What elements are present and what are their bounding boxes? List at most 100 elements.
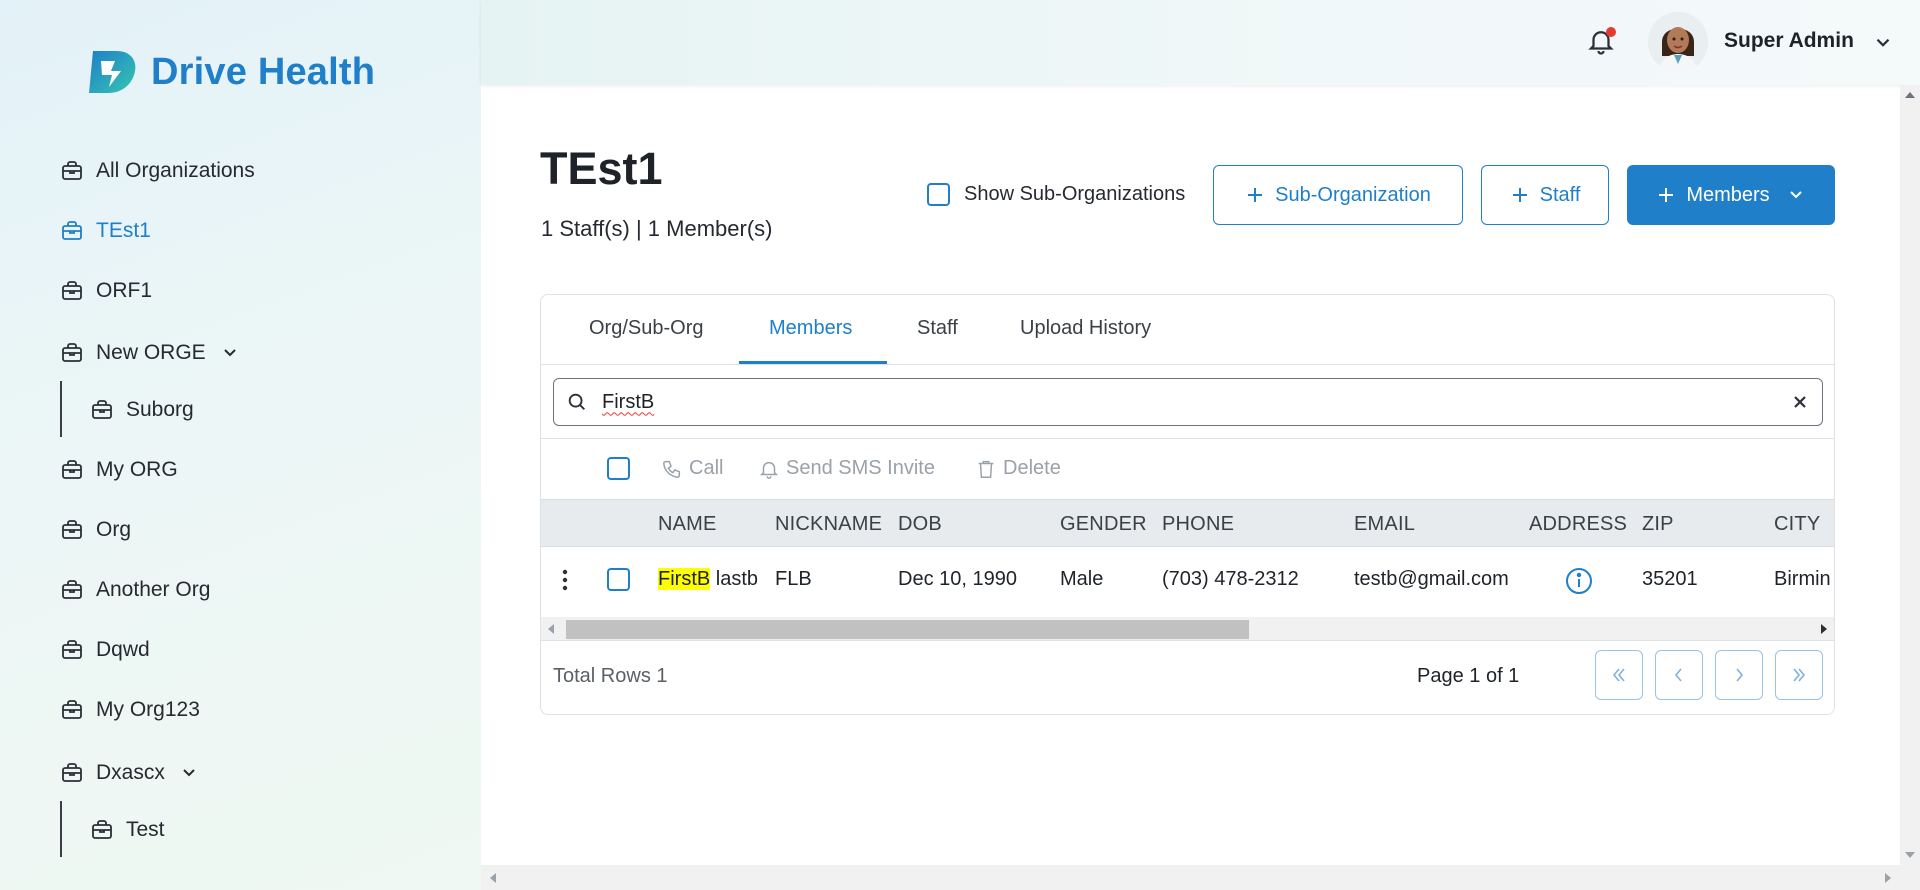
column-header-name[interactable]: NAME: [658, 513, 717, 536]
brand-name: Drive Health: [151, 50, 376, 93]
vertical-scrollbar[interactable]: [1900, 85, 1920, 865]
scroll-right-icon[interactable]: [1820, 624, 1828, 634]
call-button[interactable]: Call: [661, 457, 723, 480]
sidebar-item-label: My Org123: [96, 698, 200, 721]
column-header-dob[interactable]: DOB: [898, 513, 942, 536]
first-page-button[interactable]: [1595, 650, 1643, 700]
add-members-button[interactable]: Members: [1627, 165, 1835, 225]
sidebar-item-label: Another Org: [96, 578, 211, 601]
sidebar-item-suborg[interactable]: Suborg: [90, 398, 194, 422]
delete-button[interactable]: Delete: [975, 457, 1061, 480]
last-page-button[interactable]: [1775, 650, 1823, 700]
members-card: Org/Sub-Org Members Staff Upload History…: [540, 294, 1835, 715]
horizontal-scrollbar[interactable]: [541, 617, 1834, 641]
send-sms-invite-label: Send SMS Invite: [786, 457, 935, 479]
table-footer: Total Rows 1 Page 1 of 1: [541, 642, 1834, 714]
previous-page-button[interactable]: [1655, 650, 1703, 700]
sidebar-item-org[interactable]: Org: [60, 518, 131, 542]
tab-staff[interactable]: Staff: [917, 317, 958, 340]
table-header: NAME NICKNAME DOB GENDER PHONE EMAIL ADD…: [541, 499, 1834, 547]
add-members-label: Members: [1686, 183, 1770, 206]
briefcase-icon: [62, 343, 82, 362]
page-info: Page 1 of 1: [1417, 665, 1520, 687]
sidebar-item-label: Dxascx: [96, 761, 165, 784]
tab-members[interactable]: Members: [769, 317, 852, 340]
scroll-down-icon[interactable]: [1905, 851, 1915, 859]
cell-city: Birmin: [1774, 568, 1831, 590]
tree-line: [60, 381, 62, 437]
avatar-image: [1648, 12, 1708, 72]
phone-icon: [663, 460, 681, 478]
briefcase-icon: [62, 700, 82, 719]
add-sub-organization-button[interactable]: Sub-Organization: [1213, 165, 1463, 225]
chevron-right-icon: [1736, 668, 1744, 682]
cell-nickname: FLB: [775, 568, 812, 590]
cell-name[interactable]: FirstB lastb: [658, 568, 758, 591]
briefcase-icon: [62, 161, 82, 180]
search-input[interactable]: FirstB: [553, 378, 1823, 426]
total-rows: Total Rows 1: [553, 665, 668, 687]
column-header-address[interactable]: ADDRESS: [1529, 513, 1627, 536]
user-name[interactable]: Super Admin: [1724, 29, 1854, 53]
sidebar-item-label: My ORG: [96, 458, 178, 481]
chevron-down-icon[interactable]: [220, 343, 240, 363]
page-horizontal-scrollbar[interactable]: [481, 865, 1920, 890]
sidebar-item-dxascx[interactable]: Dxascx: [60, 761, 199, 785]
call-label: Call: [689, 457, 724, 479]
page-subtitle: 1 Staff(s) | 1 Member(s): [541, 216, 773, 241]
add-staff-button[interactable]: Staff: [1481, 165, 1609, 225]
scroll-right-icon[interactable]: [1884, 873, 1892, 883]
sidebar-item-label: ORF1: [96, 279, 153, 302]
chevrons-left-icon: [1612, 668, 1625, 682]
sidebar-item-another-org[interactable]: Another Org: [60, 578, 210, 602]
sidebar-item-test1[interactable]: TEst1: [60, 219, 151, 243]
sidebar-item-my-org[interactable]: My ORG: [60, 458, 178, 482]
sidebar-item-dqwd[interactable]: Dqwd: [60, 638, 150, 662]
show-sub-organizations-checkbox[interactable]: [927, 183, 950, 206]
table-row[interactable]: FirstB lastb FLB Dec 10, 1990 Male (703)…: [541, 547, 1834, 613]
briefcase-icon: [62, 640, 82, 659]
show-sub-organizations-toggle[interactable]: Show Sub-Organizations: [927, 183, 1185, 206]
chevron-down-icon[interactable]: [1872, 32, 1894, 54]
sidebar-item-test[interactable]: Test: [90, 818, 165, 842]
cell-email: testb@gmail.com: [1354, 568, 1509, 590]
scroll-left-icon[interactable]: [489, 873, 497, 883]
sidebar-item-new-orge[interactable]: New ORGE: [60, 341, 240, 365]
sidebar-item-label: TEst1: [96, 219, 151, 242]
sidebar-item-orf1[interactable]: ORF1: [60, 279, 152, 303]
avatar[interactable]: [1648, 12, 1708, 72]
column-header-email[interactable]: EMAIL: [1354, 513, 1415, 536]
search-icon: [568, 393, 585, 410]
column-header-gender[interactable]: GENDER: [1060, 513, 1147, 536]
next-page-button[interactable]: [1715, 650, 1763, 700]
column-header-nickname[interactable]: NICKNAME: [775, 513, 882, 536]
more-vertical-icon[interactable]: [561, 569, 569, 591]
logo[interactable]: Drive Health: [87, 47, 375, 97]
column-header-zip[interactable]: ZIP: [1642, 513, 1674, 536]
horizontal-scroll-thumb[interactable]: [566, 620, 1249, 639]
trash-icon: [978, 460, 994, 478]
send-sms-invite-button[interactable]: Send SMS Invite: [758, 457, 935, 480]
select-all-checkbox[interactable]: [607, 457, 630, 480]
sidebar: Drive Health All Organizations TEst1 ORF…: [0, 0, 481, 890]
chevron-left-icon: [1674, 668, 1682, 682]
cell-phone: (703) 478-2312: [1162, 568, 1299, 590]
close-icon[interactable]: [1790, 392, 1810, 412]
chevron-down-icon[interactable]: [179, 763, 199, 783]
info-icon[interactable]: [1565, 567, 1593, 595]
column-header-city[interactable]: CITY: [1774, 513, 1820, 536]
cell-gender: Male: [1060, 568, 1104, 590]
scroll-left-icon[interactable]: [547, 624, 555, 634]
column-header-phone[interactable]: PHONE: [1162, 513, 1234, 536]
search-value: FirstB: [602, 390, 655, 413]
cell-dob: Dec 10, 1990: [898, 568, 1017, 590]
sidebar-item-all-organizations[interactable]: All Organizations: [60, 159, 255, 183]
briefcase-icon: [62, 281, 82, 300]
tree-line: [60, 801, 62, 857]
row-checkbox[interactable]: [607, 568, 630, 591]
tab-org-sub-org[interactable]: Org/Sub-Org: [589, 317, 703, 340]
bell-icon: [759, 461, 779, 479]
scroll-up-icon[interactable]: [1905, 91, 1915, 99]
sidebar-item-my-org123[interactable]: My Org123: [60, 698, 200, 722]
tab-upload-history[interactable]: Upload History: [1020, 317, 1151, 340]
